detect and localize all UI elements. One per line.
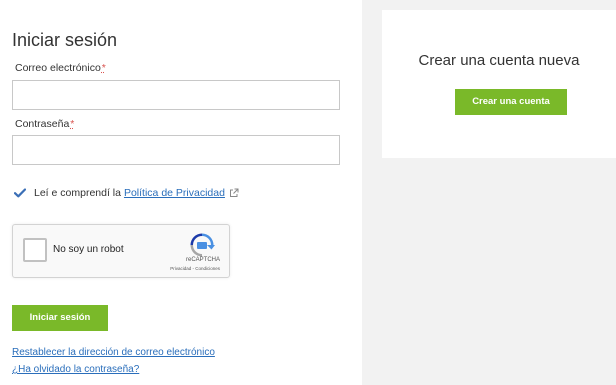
signup-panel: Crear una cuenta nueva Crear una cuenta xyxy=(362,0,616,385)
signup-title: Crear una cuenta nueva xyxy=(418,52,580,69)
login-title: Iniciar sesión xyxy=(12,30,118,50)
create-account-button[interactable]: Crear una cuenta xyxy=(455,89,567,115)
recaptcha-logo-icon xyxy=(190,233,215,257)
login-panel: Iniciar sesión Correo electrónico* Contr… xyxy=(0,0,362,385)
required-mark: * xyxy=(70,118,75,130)
email-label: Correo electrónico* xyxy=(15,62,106,74)
reset-email-link[interactable]: Restablecer la dirección de correo elect… xyxy=(12,347,215,358)
recaptcha-label: No soy un robot xyxy=(53,244,124,255)
email-field[interactable] xyxy=(12,80,340,110)
privacy-text: Leí e comprendí la xyxy=(34,186,121,199)
password-label: Contraseña* xyxy=(15,118,74,130)
privacy-consent: Leí e comprendí la Política de Privacida… xyxy=(13,186,239,199)
email-label-text: Correo electrónico xyxy=(15,62,101,74)
recaptcha-checkbox[interactable] xyxy=(23,238,47,262)
check-icon xyxy=(13,187,26,197)
login-button[interactable]: Iniciar sesión xyxy=(12,305,108,331)
recaptcha-widget: No soy un robot reCAPTCHA Privacidad - C… xyxy=(12,224,230,278)
password-field[interactable] xyxy=(12,135,340,165)
recaptcha-links[interactable]: Privacidad - Condiciones xyxy=(170,266,220,271)
privacy-policy-link[interactable]: Política de Privacidad xyxy=(124,187,225,199)
recaptcha-brand: reCAPTCHA xyxy=(185,257,220,263)
required-mark: * xyxy=(101,62,106,74)
forgot-password-link[interactable]: ¿Ha olvidado la contraseña? xyxy=(12,364,139,375)
password-label-text: Contraseña xyxy=(15,118,70,130)
privacy-checkbox[interactable] xyxy=(13,186,26,199)
external-link-icon xyxy=(229,188,239,198)
signup-card: Crear una cuenta nueva Crear una cuenta xyxy=(382,10,616,158)
